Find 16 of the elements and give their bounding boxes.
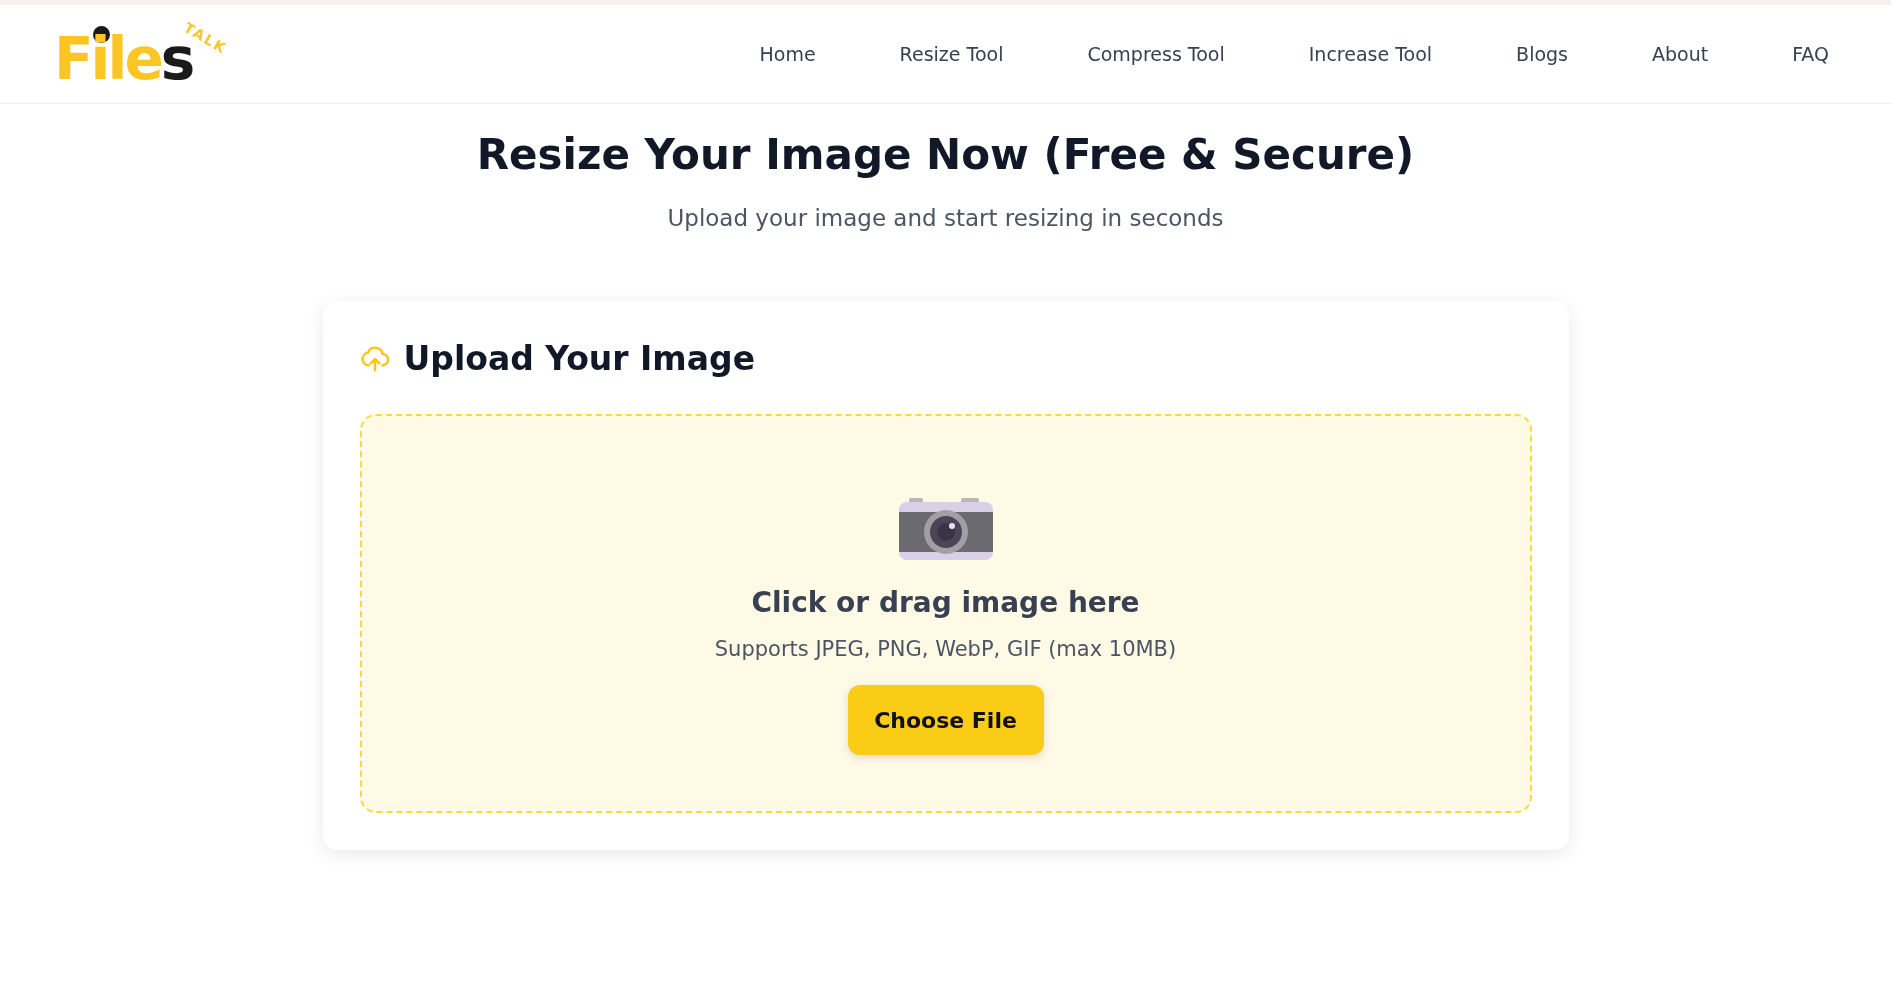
camera-icon <box>898 498 993 560</box>
cloud-upload-icon <box>359 343 390 374</box>
page-subtitle: Upload your image and start resizing in seconds <box>667 205 1224 231</box>
dropzone[interactable]: Click or drag image here Supports JPEG, PNG, WebP, GIF (max 10MB) Choose File <box>359 414 1532 813</box>
nav-link[interactable]: FAQ <box>1792 43 1829 65</box>
dropzone-hint: Supports JPEG, PNG, WebP, GIF (max 10MB) <box>714 637 1177 661</box>
nav-link[interactable]: Increase Tool <box>1308 43 1433 65</box>
nav-link[interactable]: Blogs <box>1516 43 1568 65</box>
card-heading: Upload Your Image <box>403 339 755 378</box>
nav-link[interactable]: Resize Tool <box>899 43 1004 65</box>
dropzone-prompt: Click or drag image here <box>751 586 1140 619</box>
nav-link[interactable]: About <box>1652 43 1709 65</box>
page-title: Resize Your Image Now (Free & Secure) <box>476 130 1415 179</box>
choose-file-button[interactable]: Choose File <box>847 685 1044 755</box>
nav-link[interactable]: Compress Tool <box>1087 43 1225 65</box>
nav-link[interactable]: Home <box>759 43 816 65</box>
